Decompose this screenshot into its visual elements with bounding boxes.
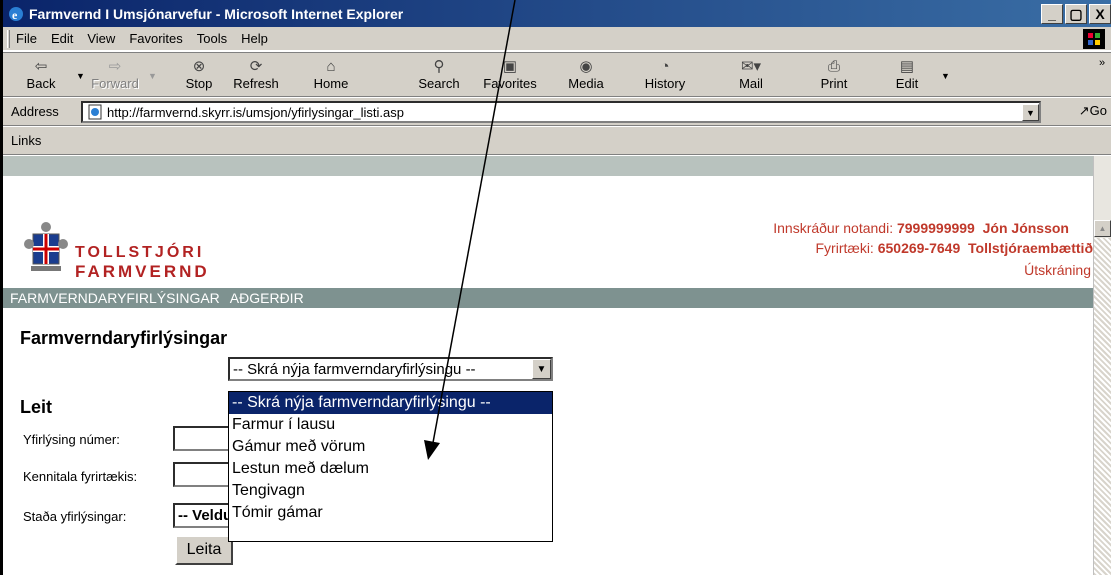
windows-logo-icon xyxy=(1083,29,1105,49)
page-icon xyxy=(88,104,102,120)
menu-tools[interactable]: Tools xyxy=(197,31,227,46)
menu-file[interactable]: File xyxy=(16,31,37,46)
menu-view[interactable]: View xyxy=(87,31,115,46)
declaration-number-label: Yfirlýsing númer: xyxy=(23,432,120,447)
address-url: http://farmvernd.skyrr.is/umsjon/yfirlys… xyxy=(107,104,404,120)
status-label: Staða yfirlýsingar: xyxy=(23,509,127,524)
print-button[interactable]: ⎙ Print xyxy=(806,56,862,96)
menu-favorites[interactable]: Favorites xyxy=(129,31,182,46)
history-icon: ◔ xyxy=(660,57,670,75)
page-title: Farmverndaryfirlýsingar xyxy=(20,328,228,348)
back-button[interactable]: ⇦ Back xyxy=(13,56,69,96)
media-icon: ◉ xyxy=(579,58,593,75)
search-section-title: Leit xyxy=(20,397,53,417)
dropdown-option[interactable]: Gámur með vörum xyxy=(229,436,552,458)
menu-bar: File Edit View Favorites Tools Help xyxy=(3,27,1111,51)
dropdown-option[interactable]: Tengivagn xyxy=(229,480,552,502)
edit-button[interactable]: ▤ Edit xyxy=(879,56,935,96)
minimize-button[interactable]: _ xyxy=(1041,4,1063,24)
page-content: TOLLSTJÓRI FARMVERND Innskráður notandi:… xyxy=(3,156,1093,575)
status-select[interactable]: -- Veldu xyxy=(173,503,233,528)
window-titlebar[interactable]: e Farmvernd I Umsjónarvefur - Microsoft … xyxy=(3,0,1111,27)
print-icon: ⎙ xyxy=(827,57,840,75)
address-bar: Address http://farmvernd.skyrr.is/umsjon… xyxy=(3,98,1111,126)
edit-dropdown-arrow-icon[interactable]: ▼ xyxy=(941,71,950,81)
nav-adgerdir[interactable]: AÐGERÐIR xyxy=(230,290,304,306)
home-button[interactable]: ⌂ Home xyxy=(303,56,359,96)
dropdown-option[interactable]: Lestun með dælum xyxy=(229,458,552,480)
favorites-icon: ▣ xyxy=(502,58,518,75)
scroll-up-arrow-icon[interactable]: ▲ xyxy=(1094,220,1111,237)
mail-button[interactable]: ✉▾ Mail xyxy=(723,56,779,96)
kennitala-input[interactable] xyxy=(173,462,233,487)
declaration-number-input[interactable] xyxy=(173,426,233,451)
forward-arrow-icon: ⇨ xyxy=(108,58,122,75)
close-button[interactable]: X xyxy=(1089,4,1111,24)
new-declaration-select[interactable]: -- Skrá nýja farmverndaryfirlýsingu -- ▼ xyxy=(228,357,553,381)
links-label[interactable]: Links xyxy=(11,133,41,148)
logged-in-user: Innskráður notandi: 7999999999 Jón Jónss… xyxy=(773,220,1069,236)
stop-icon: ⊗ xyxy=(192,58,206,75)
favorites-button[interactable]: ▣ Favorites xyxy=(475,56,545,96)
nav-yfirlysingar[interactable]: FARMVERNDARYFIRLÝSINGAR xyxy=(10,290,220,306)
vertical-scrollbar[interactable]: ▲ xyxy=(1093,156,1111,575)
logout-link[interactable]: Útskráning xyxy=(1024,262,1091,278)
edit-icon: ▤ xyxy=(899,58,915,75)
window-title: Farmvernd I Umsjónarvefur - Microsoft In… xyxy=(29,5,404,22)
stop-button[interactable]: ⊗ Stop xyxy=(171,56,227,96)
menu-edit[interactable]: Edit xyxy=(51,31,73,46)
dropdown-option[interactable]: -- Skrá nýja farmverndaryfirlýsingu -- xyxy=(229,392,552,414)
declaration-type-dropdown: -- Skrá nýja farmverndaryfirlýsingu -- F… xyxy=(228,391,553,542)
ie-logo-icon: e xyxy=(7,5,25,23)
maximize-button[interactable]: ▢ xyxy=(1065,4,1087,24)
toolbar: ⇦ Back ▼ ⇨ Forward ▼ ⊗ Stop ⟳ Refresh ⌂ … xyxy=(3,52,1111,97)
back-arrow-icon: ⇦ xyxy=(34,58,48,75)
address-dropdown-arrow-icon[interactable]: ▼ xyxy=(1022,104,1039,121)
forward-dropdown-arrow-icon[interactable]: ▼ xyxy=(148,71,157,81)
brand-farmvernd: FARMVERND xyxy=(75,262,210,281)
brand-tollstjori: TOLLSTJÓRI xyxy=(75,244,205,261)
home-icon: ⌂ xyxy=(326,57,336,75)
history-button[interactable]: ◔ History xyxy=(637,56,693,96)
media-button[interactable]: ◉ Media xyxy=(558,56,614,96)
icelandic-crest-logo xyxy=(24,222,68,271)
site-navbar: FARMVERNDARYFIRLÝSINGAR AÐGERÐIR xyxy=(3,288,1093,308)
dropdown-option[interactable]: Tómir gámar xyxy=(229,502,552,524)
svg-text:e: e xyxy=(12,8,18,22)
links-bar: Links xyxy=(3,127,1111,155)
go-arrow-icon: ↗ xyxy=(1078,103,1090,118)
page-top-band xyxy=(3,156,1093,176)
dropdown-option[interactable]: Farmur í lausu xyxy=(229,414,552,436)
chevron-down-icon[interactable]: ▼ xyxy=(532,359,551,379)
mail-icon: ✉▾ xyxy=(740,58,762,75)
search-submit-button[interactable]: Leita xyxy=(175,535,233,565)
toolbar-overflow-icon[interactable]: » xyxy=(1099,57,1105,69)
kennitala-label: Kennitala fyrirtækis: xyxy=(23,469,138,484)
go-button[interactable]: ↗Go xyxy=(1079,103,1107,119)
search-icon: ⚲ xyxy=(433,58,445,75)
refresh-button[interactable]: ⟳ Refresh xyxy=(228,56,284,96)
company-info: Fyrirtæki: 650269-7649 Tollstjóraembætti… xyxy=(815,240,1094,256)
address-input[interactable]: http://farmvernd.skyrr.is/umsjon/yfirlys… xyxy=(81,101,1041,123)
search-button[interactable]: ⚲ Search xyxy=(411,56,467,96)
menu-help[interactable]: Help xyxy=(241,31,268,46)
scrollbar-track[interactable] xyxy=(1094,238,1111,575)
menubar-grip xyxy=(7,29,10,48)
forward-button[interactable]: ⇨ Forward xyxy=(87,56,143,96)
address-label: Address xyxy=(11,104,59,119)
back-dropdown-arrow-icon[interactable]: ▼ xyxy=(76,71,85,81)
refresh-icon: ⟳ xyxy=(249,58,263,75)
